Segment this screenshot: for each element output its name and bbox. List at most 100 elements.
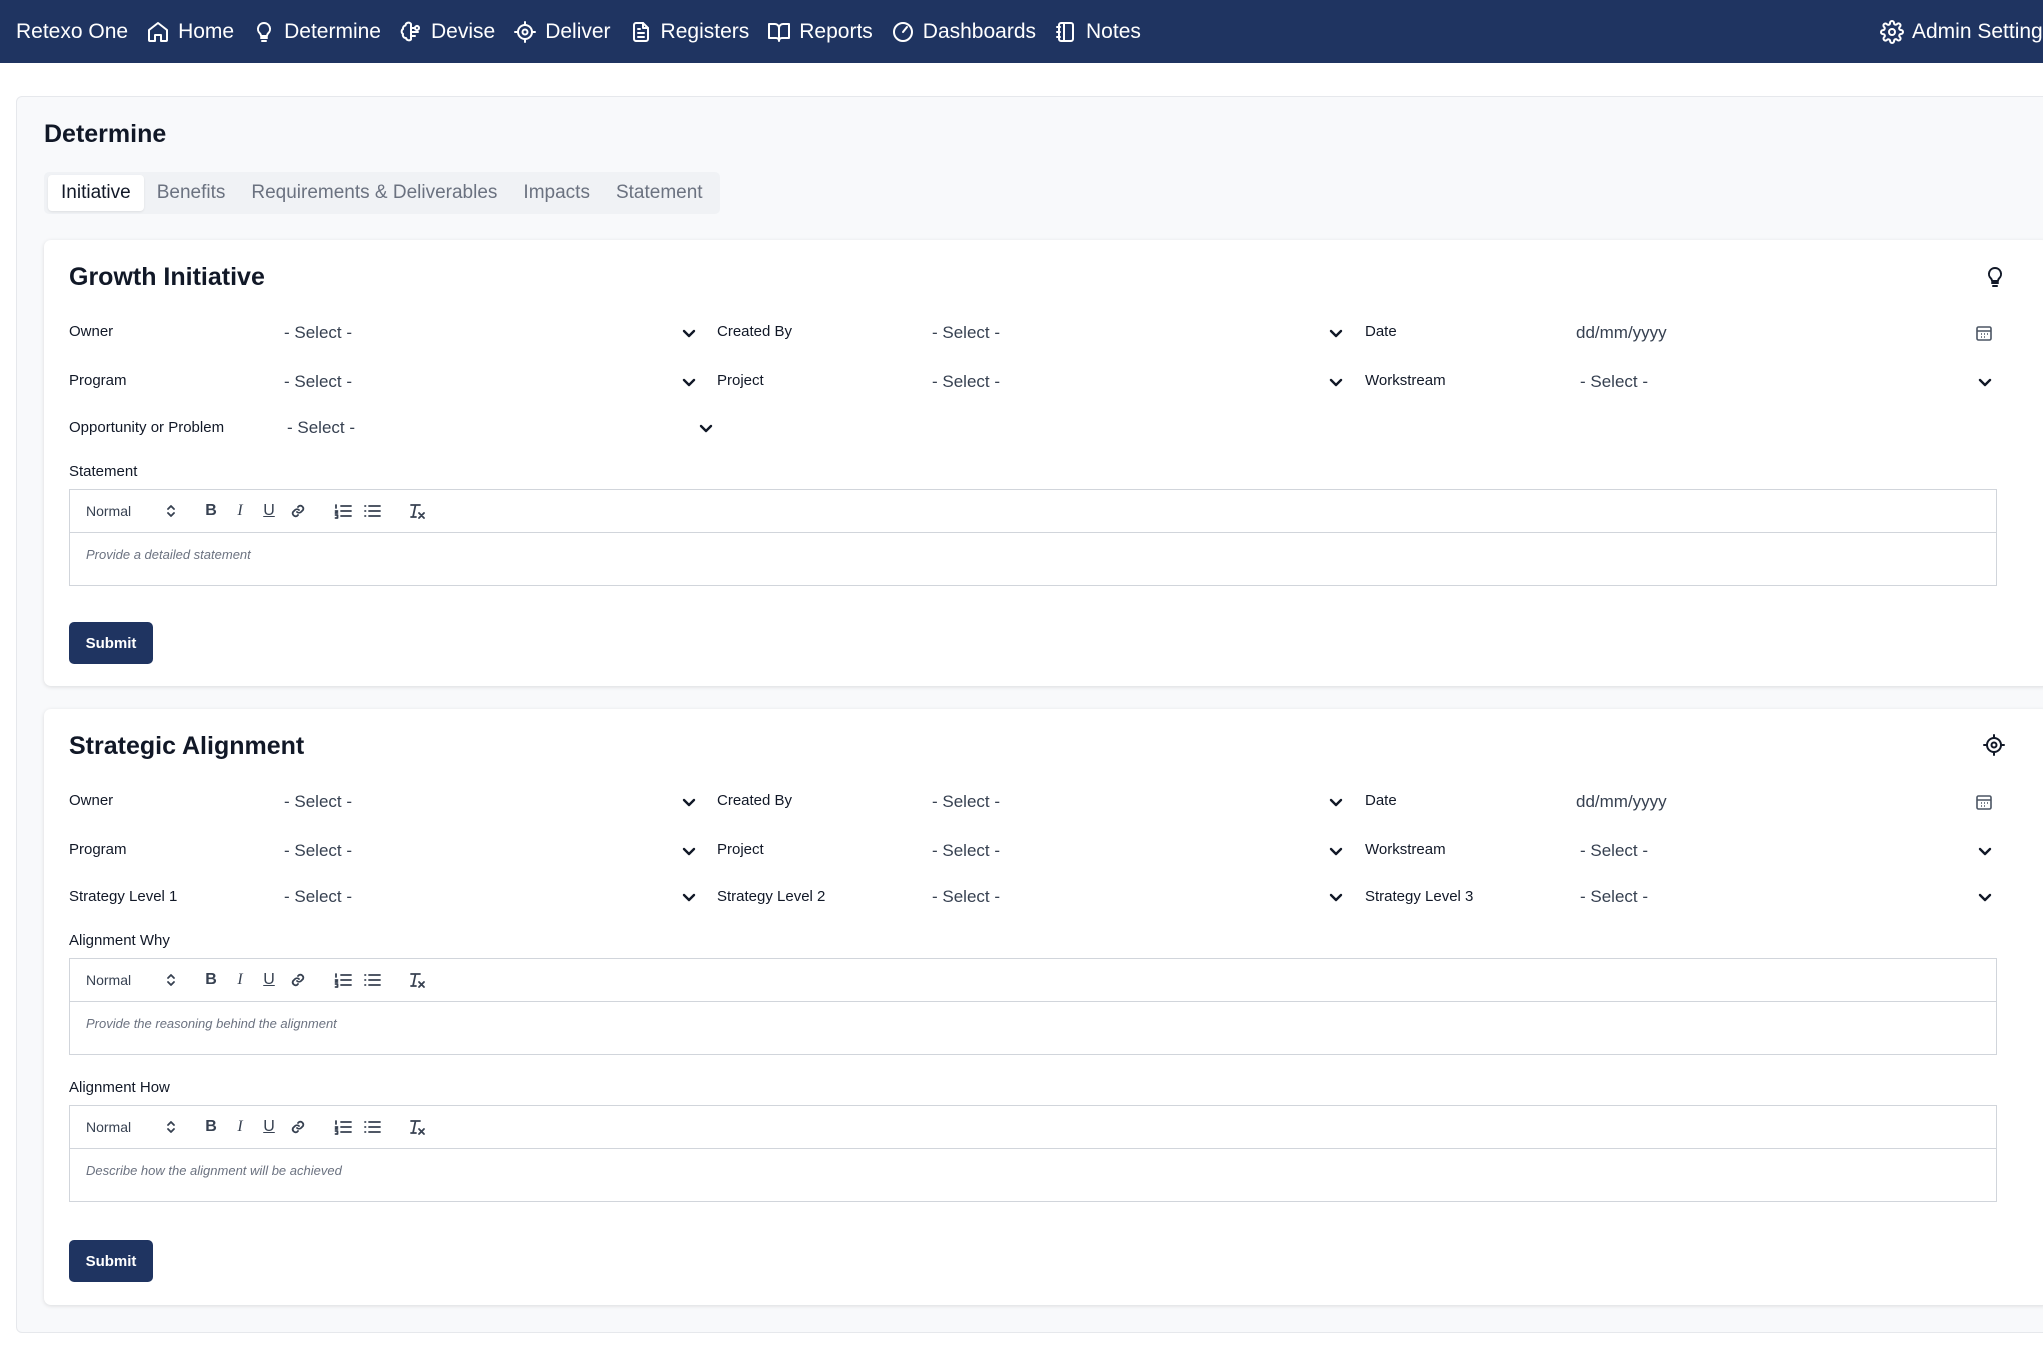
tab-statement[interactable]: Statement <box>603 175 716 211</box>
calendar-icon[interactable] <box>1975 324 1993 342</box>
strategy-level-2-select[interactable]: - Select - <box>932 882 1344 912</box>
strategy-level-1-select[interactable]: - Select - <box>284 882 697 912</box>
italic-button[interactable]: I <box>230 501 250 521</box>
gauge-icon <box>892 21 913 42</box>
format-select[interactable]: Normal <box>86 1117 176 1137</box>
clear-format-button[interactable] <box>407 501 427 521</box>
created-by-select[interactable]: - Select - <box>932 787 1344 817</box>
nav-deliver-label: Deliver <box>545 19 611 43</box>
nav-home[interactable]: Home <box>146 20 234 44</box>
bold-button[interactable]: B <box>201 501 221 521</box>
bold-button[interactable]: B <box>201 970 221 990</box>
nav-registers[interactable]: Registers <box>629 19 750 44</box>
tab-impacts[interactable]: Impacts <box>510 175 603 211</box>
clear-format-button[interactable] <box>407 1117 427 1137</box>
format-value: Normal <box>86 503 132 519</box>
alignment-why-textarea[interactable]: Provide the reasoning behind the alignme… <box>70 1002 1996 1054</box>
page-title: Determine <box>44 120 167 148</box>
lightbulb-icon <box>257 21 272 42</box>
updown-icon <box>167 505 175 517</box>
created-by-value: - Select - <box>932 792 1001 811</box>
project-select[interactable]: - Select - <box>932 836 1344 866</box>
tab-requirements-deliverables[interactable]: Requirements & Deliverables <box>238 175 510 211</box>
nav-admin-settings[interactable]: Admin Settings <box>1880 0 2043 63</box>
opportunity-value: - Select - <box>287 418 356 437</box>
statement-placeholder: Provide a detailed statement <box>86 547 251 562</box>
link-button[interactable] <box>288 1117 308 1137</box>
link-icon <box>291 973 305 987</box>
bullet-list-button[interactable] <box>362 970 382 990</box>
chevron-down-icon <box>1328 843 1344 859</box>
ordered-list-button[interactable] <box>333 1117 353 1137</box>
submit-button[interactable]: Submit <box>69 622 153 664</box>
link-button[interactable] <box>288 501 308 521</box>
alignment-how-editor: Normal B I U Describe how the alignment … <box>69 1105 1997 1202</box>
submit-button[interactable]: Submit <box>69 1240 153 1282</box>
owner-select[interactable]: - Select - <box>284 787 697 817</box>
link-icon <box>291 1120 305 1134</box>
crosshair-icon <box>514 20 537 43</box>
ordered-list-button[interactable] <box>333 970 353 990</box>
nav-admin-label: Admin Settings <box>1912 19 2043 43</box>
underline-button[interactable]: U <box>259 501 279 521</box>
bullet-list-button[interactable] <box>362 501 382 521</box>
created-by-select[interactable]: - Select - <box>932 318 1344 348</box>
project-select[interactable]: - Select - <box>932 367 1344 397</box>
clear-format-button[interactable] <box>407 970 427 990</box>
workstream-select[interactable]: - Select - <box>1580 367 1993 397</box>
workstream-value: - Select - <box>1580 841 1649 860</box>
ordered-list-icon <box>334 504 352 519</box>
tab-initiative[interactable]: Initiative <box>48 175 144 211</box>
workstream-value: - Select - <box>1580 372 1649 391</box>
alignment-how-textarea[interactable]: Describe how the alignment will be achie… <box>70 1149 1996 1201</box>
chevron-down-icon <box>1328 889 1344 905</box>
nav-reports[interactable]: Reports <box>767 20 873 44</box>
date-input[interactable]: dd/mm/yyyy <box>1576 787 1993 817</box>
clear-format-icon <box>410 504 425 519</box>
calendar-icon[interactable] <box>1975 793 1993 811</box>
book-open-icon <box>768 22 791 42</box>
brain-icon <box>400 21 420 41</box>
program-select[interactable]: - Select - <box>284 367 697 397</box>
owner-select[interactable]: - Select - <box>284 318 697 348</box>
nav-deliver[interactable]: Deliver <box>513 19 611 44</box>
underline-button[interactable]: U <box>259 970 279 990</box>
brand-logo[interactable]: Retexo One <box>16 20 128 44</box>
bullet-list-icon <box>364 505 381 517</box>
italic-button[interactable]: I <box>230 1117 250 1137</box>
nav-devise[interactable]: Devise <box>399 20 495 44</box>
date-label: Date <box>1365 792 1397 809</box>
clear-format-icon <box>410 973 425 988</box>
bullet-list-button[interactable] <box>362 1117 382 1137</box>
workstream-select[interactable]: - Select - <box>1580 836 1993 866</box>
project-value: - Select - <box>932 372 1001 391</box>
nav-notes[interactable]: Notes <box>1054 20 1141 44</box>
program-value: - Select - <box>284 841 353 860</box>
format-select[interactable]: Normal <box>86 501 176 521</box>
strategy-level-3-select[interactable]: - Select - <box>1580 882 1993 912</box>
project-label: Project <box>717 372 764 389</box>
nav-home-label: Home <box>178 19 235 43</box>
bullet-list-icon <box>364 974 381 986</box>
link-button[interactable] <box>288 970 308 990</box>
nav-registers-label: Registers <box>660 19 750 43</box>
tab-benefits[interactable]: Benefits <box>144 175 239 211</box>
statement-editor: Normal B I U Provide a detailed statemen… <box>69 489 1997 586</box>
card-title: Strategic Alignment <box>69 732 305 760</box>
nav-devise-label: Devise <box>430 19 496 43</box>
nav-determine[interactable]: Determine <box>252 20 381 44</box>
nav-dashboards[interactable]: Dashboards <box>891 20 1036 44</box>
updown-icon <box>167 974 175 986</box>
strategy-level-3-value: - Select - <box>1580 887 1649 906</box>
statement-textarea[interactable]: Provide a detailed statement <box>70 533 1996 585</box>
underline-button[interactable]: U <box>259 1117 279 1137</box>
date-input[interactable]: dd/mm/yyyy <box>1576 318 1993 348</box>
italic-button[interactable]: I <box>230 970 250 990</box>
ordered-list-button[interactable] <box>333 501 353 521</box>
format-select[interactable]: Normal <box>86 970 176 990</box>
bold-button[interactable]: B <box>201 1117 221 1137</box>
format-value: Normal <box>86 972 132 988</box>
opportunity-select[interactable]: - Select - <box>287 413 714 443</box>
program-select[interactable]: - Select - <box>284 836 697 866</box>
growth-initiative-card: Growth Initiative Owner - Select - Creat… <box>44 240 2043 686</box>
